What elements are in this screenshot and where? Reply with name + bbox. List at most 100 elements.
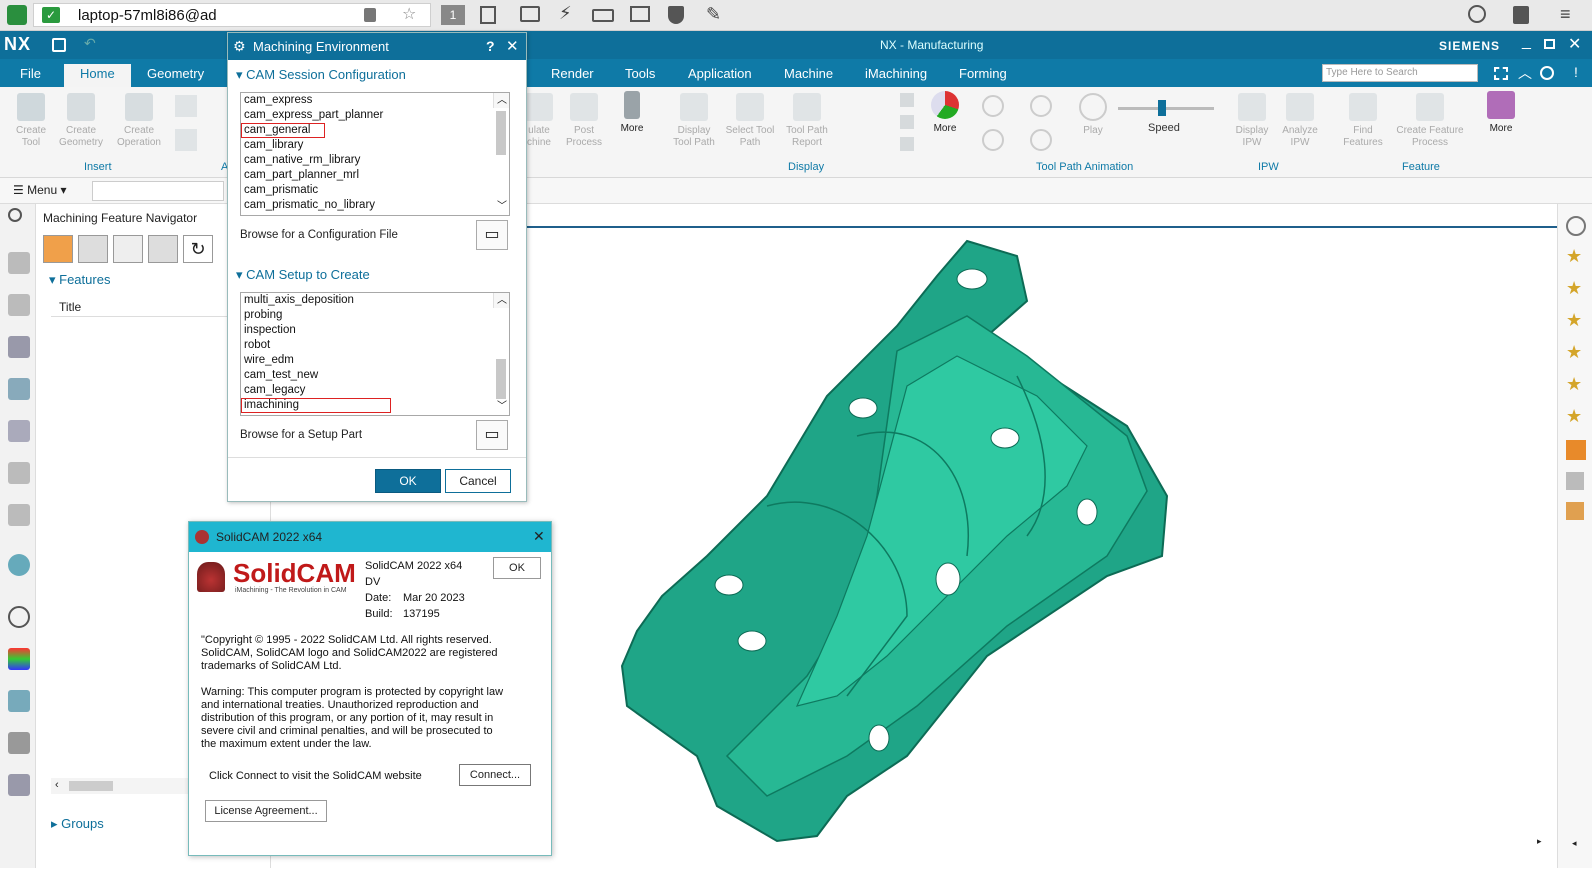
minimize-icon[interactable]: _ (1522, 33, 1531, 51)
browse-config-button[interactable]: ▭ (476, 220, 508, 250)
nav-tool-2-icon[interactable] (78, 235, 108, 263)
list-item[interactable]: inspection (241, 323, 509, 338)
tab-forming[interactable]: Forming (959, 66, 1007, 81)
connect-button[interactable]: Connect... (459, 764, 531, 786)
favorite-6-icon[interactable]: ★ (1566, 406, 1582, 427)
nav-tool-4-icon[interactable] (148, 235, 178, 263)
solidcam-ok-button[interactable]: OK (493, 557, 541, 579)
address-field[interactable]: ✓ laptop-57ml8i86@ad ☆ (33, 3, 431, 27)
scroll-thumb[interactable] (496, 111, 506, 155)
shield-icon[interactable] (668, 6, 684, 24)
fullscreen-icon[interactable] (1494, 67, 1508, 80)
tab-imachining[interactable]: iMachining (865, 66, 927, 81)
post-process-button[interactable]: Post Process (560, 93, 608, 149)
tab-file[interactable]: File (20, 66, 41, 81)
package-icon[interactable] (1566, 502, 1584, 520)
settings-icon[interactable] (8, 208, 22, 222)
play-button[interactable]: Play (1076, 93, 1110, 137)
list-item[interactable]: cam_library (241, 138, 509, 153)
features-node[interactable]: ▾ Features (49, 272, 110, 288)
favorite-2-icon[interactable]: ★ (1566, 278, 1582, 299)
tab-machine[interactable]: Machine (784, 66, 833, 81)
favorite-5-icon[interactable]: ★ (1566, 374, 1582, 395)
operation-navigator-icon[interactable] (8, 336, 30, 358)
display-ipw-button[interactable]: Display IPW (1232, 93, 1272, 149)
analyze-ipw-button[interactable]: Analyze IPW (1278, 93, 1322, 149)
session-list-scrollbar[interactable]: ︿ ﹀ (493, 93, 509, 212)
more-button-3[interactable]: More (1480, 91, 1522, 135)
setup-section-header[interactable]: ▾ CAM Setup to Create (236, 267, 370, 283)
rewind-icon[interactable] (982, 129, 1004, 151)
dialog-help-button[interactable]: ? (486, 38, 495, 54)
collapse-bar-icon[interactable]: ◂ (1572, 838, 1577, 849)
properties-icon[interactable] (1566, 440, 1586, 460)
speed-slider-handle[interactable] (1158, 100, 1166, 116)
save-icon[interactable] (52, 38, 66, 52)
help-circle-icon[interactable] (1566, 216, 1586, 236)
pause-icon[interactable] (1030, 95, 1052, 117)
session-section-header[interactable]: ▾ CAM Session Configuration (236, 67, 406, 83)
help-icon[interactable] (1540, 66, 1554, 80)
tab-application[interactable]: Application (688, 66, 752, 81)
constraint-navigator-icon[interactable] (8, 420, 30, 442)
scroll-down-icon[interactable]: ﹀ (497, 399, 507, 414)
undo-icon[interactable]: ↶ (84, 35, 96, 52)
dialog-close-icon[interactable]: ✕ (506, 37, 519, 55)
list-item[interactable]: robot (241, 338, 509, 353)
list-item[interactable]: cam_prismatic (241, 183, 509, 198)
monitor-badge[interactable]: 1 (441, 5, 465, 25)
list-item[interactable]: wire_edm (241, 353, 509, 368)
list-item[interactable]: cam_test_new (241, 368, 509, 383)
nav-tool-3-icon[interactable] (113, 235, 143, 263)
favorite-4-icon[interactable]: ★ (1566, 342, 1582, 363)
hamburger-menu-icon[interactable]: ≡ (1560, 4, 1571, 25)
arrow-up-icon[interactable] (900, 93, 914, 107)
more-button-1[interactable]: More (612, 91, 652, 135)
scroll-thumb[interactable] (69, 781, 113, 791)
list-item[interactable]: cam_prismatic_no_library (241, 198, 509, 213)
find-features-button[interactable]: Find Features (1340, 93, 1386, 149)
list-item[interactable]: cam_legacy (241, 383, 509, 398)
display-tool-path-button[interactable]: Display Tool Path (668, 93, 720, 149)
list-item-selected[interactable]: cam_general (241, 123, 325, 138)
pen-icon[interactable]: ✎ (706, 4, 721, 25)
list-item[interactable]: cam_express (241, 93, 509, 108)
cancel-button[interactable]: Cancel (445, 469, 511, 493)
favorite-1-icon[interactable]: ★ (1566, 246, 1582, 267)
roles-icon[interactable] (8, 774, 30, 796)
graphics-window[interactable]: ▸ (527, 204, 1557, 868)
process-studio-icon[interactable] (8, 690, 30, 712)
create-feature-process-button[interactable]: Create Feature Process (1392, 93, 1468, 149)
scroll-up-icon[interactable]: ︿ (497, 293, 507, 308)
solidcam-close-icon[interactable]: ✕ (533, 528, 545, 545)
setup-list[interactable]: multi_axis_deposition probing inspection… (240, 292, 510, 416)
browse-setup-button[interactable]: ▭ (476, 420, 508, 450)
tab-home[interactable]: Home (64, 64, 131, 89)
download-icon[interactable] (1513, 6, 1529, 24)
more-button-2[interactable]: More (922, 91, 968, 135)
tools-icon[interactable] (8, 732, 30, 754)
tab-tools[interactable]: Tools (625, 66, 655, 81)
create-operation-button[interactable]: Create Operation (114, 93, 164, 149)
cube-icon[interactable] (1566, 472, 1584, 490)
scroll-up-icon[interactable]: ︿ (497, 93, 507, 108)
menu-button[interactable]: ☰ Menu ▾ (13, 183, 66, 197)
web-browser-icon[interactable] (8, 554, 30, 576)
insert-extra2-icon[interactable] (175, 129, 197, 151)
close-icon[interactable]: ✕ (1568, 34, 1581, 54)
file-transfer-icon[interactable] (480, 6, 496, 24)
scroll-down-icon[interactable]: ﹀ (497, 199, 507, 214)
tab-render[interactable]: Render (551, 66, 594, 81)
list-item-selected[interactable]: imachining (241, 398, 391, 413)
scroll-thumb[interactable] (496, 359, 506, 399)
insert-extra-icon[interactable] (175, 95, 197, 117)
keyboard-icon[interactable] (592, 9, 614, 22)
column-header[interactable]: Title (51, 295, 251, 317)
ok-button[interactable]: OK (375, 469, 441, 493)
assembly-navigator-icon[interactable] (8, 294, 30, 316)
create-geometry-button[interactable]: Create Geometry (56, 93, 106, 149)
arrow-down-icon[interactable] (900, 137, 914, 151)
list-item[interactable]: probing (241, 308, 509, 323)
collapse-ribbon-icon[interactable]: ︿ (1518, 63, 1532, 83)
chat-icon[interactable] (520, 6, 540, 22)
